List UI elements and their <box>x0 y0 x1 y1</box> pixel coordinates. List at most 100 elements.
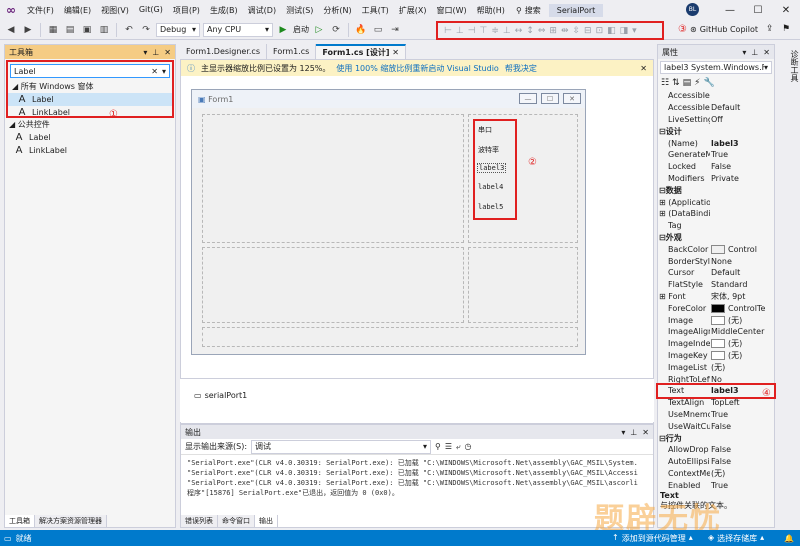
feedback-icon[interactable]: ⚑ <box>782 24 790 34</box>
layout-icon[interactable]: ▭ <box>371 23 385 37</box>
property-value[interactable]: (无) <box>710 338 774 349</box>
property-value[interactable]: MiddleCenter <box>710 327 774 336</box>
menu-item[interactable]: 工具(T) <box>357 5 394 16</box>
toolbox-search-input[interactable]: Label <box>14 67 36 76</box>
help-decide-link[interactable]: 帮我决定 <box>505 63 537 74</box>
expand-icon[interactable]: ⊞ <box>659 198 668 207</box>
menu-item[interactable]: 文件(F) <box>22 5 59 16</box>
dropdown-icon[interactable]: ▾ <box>742 48 746 57</box>
word-wrap-icon[interactable]: ⤶ <box>456 442 460 452</box>
tab-form1-design[interactable]: Form1.cs [设计] ✕ <box>316 44 406 59</box>
center-h-icon[interactable]: ⊟ <box>584 26 592 36</box>
menu-item[interactable]: 项目(P) <box>168 5 205 16</box>
categorized-icon[interactable]: ☷ <box>661 78 669 88</box>
clock-icon[interactable]: ◷ <box>465 442 472 451</box>
property-category[interactable]: ⊟ 外观 <box>658 231 774 244</box>
property-row[interactable]: ImageKey (无) <box>658 350 774 362</box>
property-value[interactable]: True <box>710 481 774 490</box>
start-without-debug-icon[interactable]: ▷ <box>312 23 326 37</box>
pin-icon[interactable]: ⊥ <box>152 48 159 57</box>
menu-item[interactable]: 扩展(X) <box>394 5 432 16</box>
new-project-icon[interactable]: ▦ <box>46 23 60 37</box>
property-value[interactable]: (无) <box>710 362 774 373</box>
property-row[interactable]: ImageIndex (无) <box>658 338 774 350</box>
property-value[interactable]: ControlTe <box>710 303 774 313</box>
refresh-icon[interactable]: ⟳ <box>329 23 343 37</box>
property-row[interactable]: FlatStyle Standard <box>658 279 774 291</box>
property-row[interactable]: Tag <box>658 220 774 232</box>
property-row[interactable]: Enabled True <box>658 479 774 491</box>
clear-icon[interactable]: ✕ <box>151 67 158 76</box>
property-category[interactable]: ⊟ 行为 <box>658 432 774 444</box>
property-row[interactable]: ForeColor ControlTe <box>658 302 774 314</box>
property-value[interactable]: Standard <box>710 280 774 289</box>
overflow-icon[interactable]: ▾ <box>632 26 637 36</box>
menu-item[interactable]: 视图(V) <box>96 5 134 16</box>
select-repo-button[interactable]: ◈ 选择存储库 ▴ <box>708 533 764 544</box>
property-value[interactable]: (无) <box>710 350 774 361</box>
property-category[interactable]: ⊟ 设计 <box>658 125 774 138</box>
tab-output[interactable]: 输出 <box>255 515 278 527</box>
close-icon[interactable]: ✕ <box>164 48 171 57</box>
chevron-down-icon[interactable]: ▾ <box>162 67 166 76</box>
property-row[interactable]: Locked False <box>658 161 774 173</box>
property-row[interactable]: UseMnemonTrue <box>658 409 774 421</box>
tab-order-icon[interactable]: ⇥ <box>388 23 402 37</box>
property-row[interactable]: TextAlign TopLeft <box>658 397 774 409</box>
search-box[interactable]: ⚲ 搜索 <box>516 5 541 16</box>
menu-item[interactable]: Git(G) <box>134 5 168 16</box>
notifications-icon[interactable]: 🔔 <box>784 534 794 543</box>
tab-solution-explorer[interactable]: 解决方案资源管理器 <box>35 515 107 527</box>
toolbox-item-linklabel[interactable]: A LinkLabel <box>5 144 175 157</box>
tab-toolbox[interactable]: 工具箱 <box>5 515 35 527</box>
property-value[interactable]: label3 <box>710 139 774 148</box>
property-row[interactable]: RightToLeft No <box>658 373 774 385</box>
property-row[interactable]: ImageList (无) <box>658 361 774 373</box>
properties-icon[interactable]: ▤ <box>683 78 692 88</box>
collapse-icon[interactable]: ⊟ <box>659 186 666 195</box>
property-category[interactable]: ⊟ 数据 <box>658 184 774 197</box>
same-width-icon[interactable]: ↔ <box>515 26 523 36</box>
toolbox-group-all[interactable]: ◢ 所有 Windows 窗体 <box>8 80 172 93</box>
menu-item[interactable]: 调试(D) <box>243 5 281 16</box>
minimize-icon[interactable]: — <box>716 0 744 20</box>
close-icon[interactable]: ✕ <box>772 0 800 20</box>
groupbox-status[interactable] <box>202 327 578 347</box>
maximize-icon[interactable]: ☐ <box>744 0 772 20</box>
find-icon[interactable]: ⚲ <box>435 442 441 451</box>
menu-item[interactable]: 测试(S) <box>281 5 318 16</box>
groupbox-bottom-left[interactable] <box>202 247 464 323</box>
property-value[interactable]: Off <box>710 115 774 124</box>
same-size-icon[interactable]: ⇔ <box>538 26 546 36</box>
property-value[interactable]: None <box>710 257 774 266</box>
collapse-icon[interactable]: ⊟ <box>659 233 666 242</box>
property-row[interactable]: (Name) label3 <box>658 137 774 149</box>
align-center-icon[interactable]: ⊥ <box>456 26 464 36</box>
align-left-icon[interactable]: ⊢ <box>444 26 452 36</box>
property-value[interactable]: True <box>710 410 774 419</box>
close-icon[interactable]: ✕ <box>640 64 647 73</box>
same-height-icon[interactable]: ↕ <box>526 26 534 36</box>
property-row[interactable]: ⊞ (Application <box>658 196 774 208</box>
save-icon[interactable]: ▣ <box>80 23 94 37</box>
expand-icon[interactable]: ⊞ <box>659 209 668 218</box>
property-value[interactable]: TopLeft <box>710 398 774 407</box>
menu-item[interactable]: 编辑(E) <box>59 5 96 16</box>
add-source-control-button[interactable]: ↑ 添加到源代码管理 ▴ <box>612 533 693 544</box>
close-icon[interactable]: ✕ <box>763 48 770 57</box>
property-row[interactable]: BackColor Control <box>658 243 774 255</box>
property-value[interactable]: False <box>710 162 774 171</box>
property-value[interactable]: (无) <box>710 468 774 479</box>
label3[interactable]: label3 <box>477 163 507 173</box>
pin-icon[interactable]: ⊥ <box>751 48 758 57</box>
label-baud-rate[interactable]: 波特率 <box>478 145 499 155</box>
property-row[interactable]: AllowDrop False <box>658 444 774 456</box>
label5[interactable]: label5 <box>478 203 503 211</box>
align-bottom-icon[interactable]: ⊥ <box>503 26 511 36</box>
property-row[interactable]: ⊞ (DataBinding <box>658 208 774 220</box>
menu-item[interactable]: 生成(B) <box>205 5 243 16</box>
property-value[interactable]: Private <box>710 174 774 183</box>
collapse-icon[interactable]: ⊟ <box>659 127 666 136</box>
collapse-icon[interactable]: ⊟ <box>659 434 666 443</box>
form1-window[interactable]: ▣ Form1 — ☐ ✕ 串口 波特率 label3 label4 label… <box>191 89 586 355</box>
